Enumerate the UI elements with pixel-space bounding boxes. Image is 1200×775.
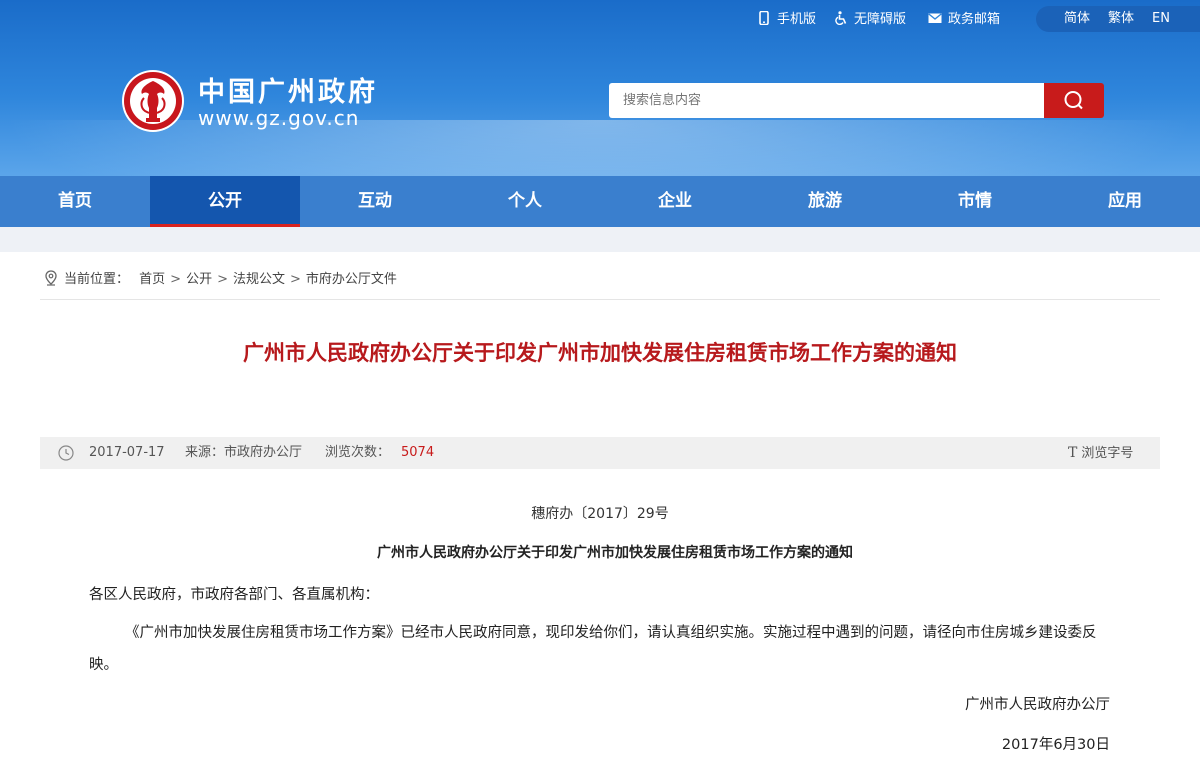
mobile-version-link[interactable]: 手机版 [757, 8, 816, 32]
document-heading: 广州市人民政府办公厅关于印发广州市加快发展住房租赁市场工作方案的通知 [377, 545, 853, 561]
breadcrumb-divider [40, 299, 1160, 300]
main-nav: 首页 公开 互动 个人 企业 旅游 市情 应用 [0, 176, 1200, 227]
mail-icon [928, 10, 942, 24]
nav-item-apps[interactable]: 应用 [1050, 176, 1200, 227]
document-body: 《广州市加快发展住房租赁市场工作方案》已经市人民政府同意，现印发给你们，请认真组… [89, 625, 1097, 673]
nav-item-home[interactable]: 首页 [0, 176, 150, 227]
nav-item-enterprise[interactable]: 企业 [600, 176, 750, 227]
gov-emblem-logo[interactable] [120, 68, 186, 134]
nav-item-interact[interactable]: 互动 [300, 176, 450, 227]
gov-email-label: 政务邮箱 [948, 12, 1001, 27]
breadcrumb-separator: > [170, 272, 182, 287]
article-source: 来源：市政府办公厅 [185, 445, 303, 460]
accessibility-icon [834, 10, 848, 26]
location-pin-icon [44, 270, 58, 286]
views-label: 浏览次数： [325, 445, 391, 460]
breadcrumb-separator: > [290, 272, 301, 287]
phone-icon [757, 10, 771, 26]
mobile-version-label: 手机版 [777, 12, 817, 27]
gov-email-link[interactable]: 政务邮箱 [928, 8, 1000, 32]
search-input[interactable] [609, 83, 1045, 118]
breadcrumb-home[interactable]: 首页 [139, 272, 165, 287]
lang-english[interactable]: EN [1152, 10, 1170, 28]
article-meta-bar: 2017-07-17 来源：市政府办公厅 浏览次数： 5074 T 浏览字号 [40, 437, 1160, 469]
font-size-control[interactable]: T 浏览字号 [1068, 437, 1133, 470]
document-salutation: 各区人民政府，市政府各部门、各直属机构： [89, 587, 379, 603]
breadcrumb-regulations[interactable]: 法规公文 [233, 272, 285, 287]
views-count: 5074 [401, 445, 435, 460]
clock-icon [58, 445, 74, 461]
search-icon [1064, 91, 1083, 110]
nav-item-city-info[interactable]: 市情 [900, 176, 1050, 227]
nav-item-open[interactable]: 公开 [150, 176, 300, 227]
search-button[interactable] [1044, 83, 1104, 118]
language-switch: 简体 繁体 EN [1036, 6, 1200, 32]
document-signature: 广州市人民政府办公厅 [965, 697, 1110, 713]
nav-item-tourism[interactable]: 旅游 [750, 176, 900, 227]
site-url: www.gz.gov.cn [198, 106, 360, 130]
breadcrumb-office-docs[interactable]: 市府办公厅文件 [306, 272, 397, 287]
breadcrumb: 当前位置： 首页 > 公开 > 法规公文 > 市府办公厅文件 [44, 270, 397, 290]
breadcrumb-open[interactable]: 公开 [186, 272, 212, 287]
site-header: 手机版 无障碍版 政务邮箱 简体 繁体 EN 中国广州政府 www.gz.gov… [0, 0, 1200, 176]
lang-simplified[interactable]: 简体 [1064, 10, 1090, 28]
site-name: 中国广州政府 [198, 77, 378, 108]
breadcrumb-separator: > [217, 272, 228, 287]
text-size-icon: T [1068, 445, 1078, 461]
document-number: 穗府办〔2017〕29号 [531, 506, 669, 522]
breadcrumb-label: 当前位置： [64, 272, 130, 287]
font-size-label: 浏览字号 [1081, 446, 1134, 461]
lang-traditional[interactable]: 繁体 [1108, 10, 1134, 28]
document-sign-date: 2017年6月30日 [1001, 737, 1110, 753]
publish-date: 2017-07-17 [89, 445, 165, 460]
nav-item-personal[interactable]: 个人 [450, 176, 600, 227]
article-panel: 当前位置： 首页 > 公开 > 法规公文 > 市府办公厅文件 广州市人民政府办公厅关于印发广… [0, 252, 1200, 775]
accessible-version-link[interactable]: 无障碍版 [834, 8, 906, 32]
accessible-version-label: 无障碍版 [854, 12, 907, 27]
article-title: 广州市人民政府办公厅关于印发广州市加快发展住房租赁市场工作方案的通知 [243, 341, 957, 365]
